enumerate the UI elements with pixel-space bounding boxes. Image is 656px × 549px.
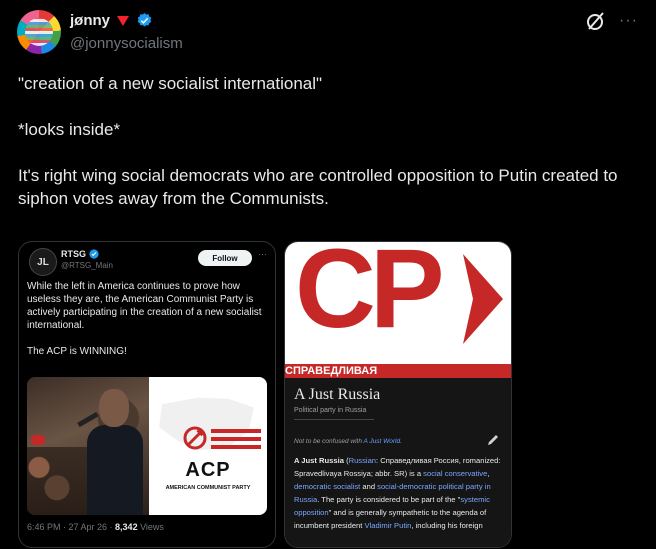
acp-logo-title: ACP [185,459,231,481]
more-icon[interactable]: ··· [258,249,267,259]
tweet-line-quote: "creation of a new socialist internation… [18,74,323,93]
crowd [27,447,87,515]
cp-logo-letters: CP [295,242,445,351]
quoted-para-1: While the left in America continues to p… [27,281,262,331]
wiki-hatnote-link[interactable]: A Just World [364,438,401,445]
quoted-time[interactable]: 6:46 PM · 27 Apr 26 · [27,522,115,532]
acp-logo-subtitle: AMERICAN COMMUNIST PARTY [165,485,251,491]
author-name-row: jønny [70,12,153,29]
top-actions: ··· [585,10,638,32]
chevron-mark [463,254,503,344]
microphone [77,411,99,428]
hammer-sickle-icon [183,426,207,450]
author-avatar[interactable] [17,10,61,54]
cp-logo-image: CP [285,242,511,374]
views-count: 8,342 [115,522,138,532]
grok-icon[interactable] [585,10,607,32]
red-cap [31,435,45,445]
quoted-tweet-meta: 6:46 PM · 27 Apr 26 · 8,342 Views [27,522,164,532]
flag-stripes [211,429,261,449]
quoted-para-2: The ACP is WINNING! [27,346,127,357]
pencil-icon[interactable] [487,434,499,446]
verified-icon [89,249,99,259]
quoted-tweet-text: While the left in America continues to p… [27,280,267,371]
rtsg-name-row: RTSG [61,249,99,259]
speaker-photo[interactable] [27,377,149,515]
views-label: Views [137,522,164,532]
wiki-subtitle: Political party in Russia [294,407,367,414]
follow-button[interactable]: Follow [198,250,252,266]
wiki-divider [294,419,374,420]
wiki-hatnote: Not to be confused with A Just World. [294,438,402,445]
tweet-line-looks-inside: *looks inside* [18,120,121,139]
rtsg-handle[interactable]: @RTSG_Main [61,261,113,270]
speaker-head [99,389,129,427]
wiki-body: A Just Russia (Russian: Справедливая Рос… [294,456,501,530]
wiki-title: A Just Russia [294,386,381,403]
heart-icon [117,15,129,26]
wikipedia-screenshot-card[interactable]: CP СПРАВЕДЛИВАЯ A Just Russia Political … [284,241,512,548]
wiki-panel: A Just Russia Political party in Russia … [285,378,511,547]
author-handle[interactable]: @jonnysocialism [70,35,183,52]
speaker-body [87,425,143,515]
quoted-tweet-card[interactable]: JL RTSG @RTSG_Main Follow ··· While the … [18,241,276,548]
author-display-name[interactable]: jønny [70,12,110,29]
rtsg-avatar[interactable]: JL [29,248,57,276]
cp-banner-text: СПРАВЕДЛИВАЯ [285,364,511,378]
tweet-line-body: It's right wing social democrats who are… [18,166,618,208]
verified-icon [137,13,152,27]
more-icon[interactable]: ··· [619,10,638,32]
acp-logo-image[interactable]: ACP AMERICAN COMMUNIST PARTY [149,377,267,515]
tweet-text: "creation of a new socialist internation… [18,72,638,233]
rtsg-name[interactable]: RTSG [61,249,86,259]
